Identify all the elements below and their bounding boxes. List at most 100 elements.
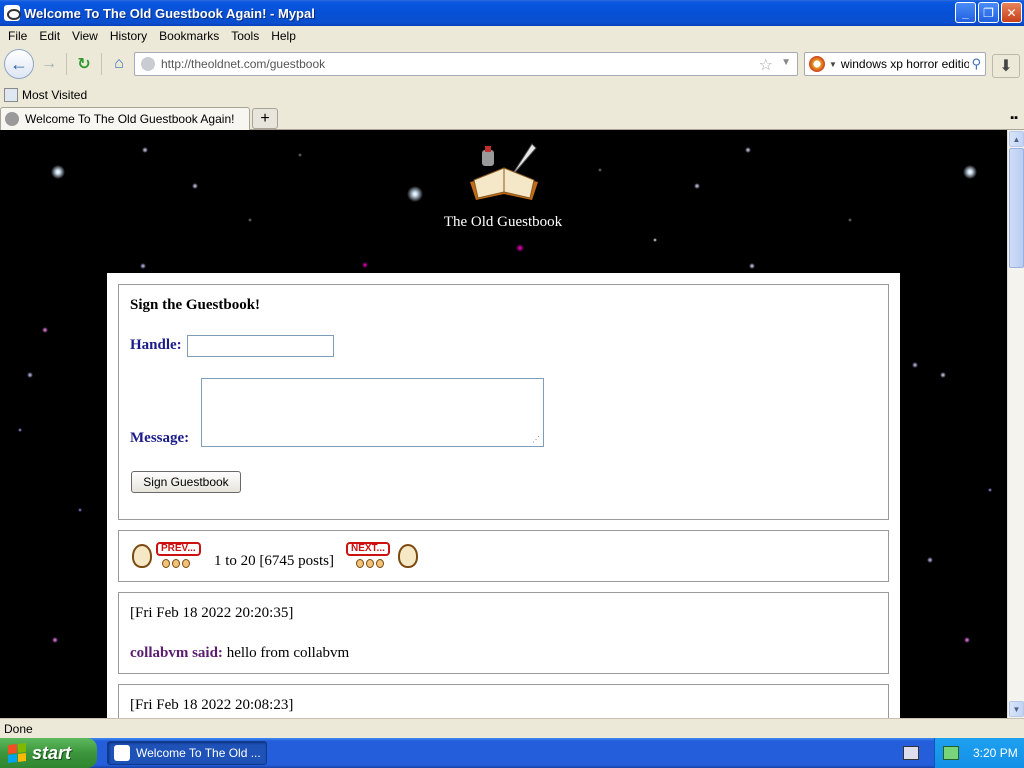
clock[interactable]: 3:20 PM [973, 746, 1018, 760]
egg-dot-icon [366, 559, 374, 568]
url-host: http://theoldnet.com [161, 57, 267, 71]
close-button[interactable]: ✕ [1001, 2, 1022, 23]
home-button[interactable]: ⌂ [106, 51, 132, 77]
handle-label: Handle: [130, 337, 182, 353]
system-tray: 3:20 PM [934, 738, 1024, 768]
title-bar: Welcome To The Old Guestbook Again! - My… [0, 0, 1024, 26]
scroll-thumb[interactable] [1009, 148, 1024, 268]
ink-bottle-shape [482, 150, 494, 166]
search-bar[interactable]: ▼ windows xp horror edition ⚲ [804, 52, 986, 76]
egg-mascot-icon [398, 544, 418, 568]
egg-dot-icon [376, 559, 384, 568]
post-author: collabvm said: [130, 645, 223, 661]
toolbar-separator [101, 53, 102, 75]
reload-icon: ↻ [77, 56, 91, 73]
reload-button[interactable]: ↻ [71, 51, 97, 77]
most-visited-icon [4, 88, 18, 102]
back-arrow-icon: ← [10, 53, 28, 74]
post-date: [Fri Feb 18 2022 20:08:23] [130, 697, 294, 713]
post-date: [Fri Feb 18 2022 20:20:35] [130, 605, 294, 621]
egg-dot-icon [172, 559, 180, 568]
url-bar[interactable]: http://theoldnet.com /guestbook ☆ ▼ [134, 52, 798, 76]
handle-input[interactable] [187, 335, 334, 357]
downloads-button[interactable]: ⬇ [992, 54, 1020, 78]
book-left-page [473, 167, 505, 199]
forward-button[interactable]: → [36, 51, 62, 77]
tab-guestbook[interactable]: Welcome To The Old Guestbook Again! [0, 107, 250, 130]
menu-help[interactable]: Help [265, 29, 302, 43]
search-engine-icon[interactable] [809, 56, 825, 72]
pager: PREV... 1 to 20 [6745 posts] NEXT... [118, 530, 889, 582]
start-button[interactable]: start [0, 738, 97, 768]
menu-view[interactable]: View [66, 29, 104, 43]
windows-logo-icon [8, 743, 26, 763]
site-identity-icon[interactable] [141, 57, 155, 71]
taskbar-window-button[interactable]: Welcome To The Old ... [107, 741, 267, 765]
form-title: Sign the Guestbook! [130, 297, 261, 313]
home-icon: ⌂ [114, 55, 124, 72]
list-all-tabs-icon[interactable]: ▪▪ [1010, 112, 1018, 124]
resize-grip-icon[interactable]: ⋰ [532, 436, 540, 444]
logo-caption: The Old Guestbook [443, 214, 563, 230]
page-scrollbar[interactable]: ▲ ▼ [1007, 130, 1024, 718]
message-textarea[interactable]: ⋰ [201, 378, 544, 447]
message-label: Message: [130, 430, 190, 446]
menu-file[interactable]: File [2, 29, 33, 43]
egg-dot-icon [162, 559, 170, 568]
status-bar: Done [0, 718, 1024, 738]
next-label: NEXT... [346, 542, 390, 556]
network-icon[interactable] [943, 746, 959, 760]
sign-guestbook-button[interactable]: Sign Guestbook [131, 471, 241, 493]
egg-mascot-icon [132, 544, 152, 568]
toolbar-separator [66, 53, 67, 75]
start-label: start [32, 742, 72, 763]
menu-history[interactable]: History [104, 29, 153, 43]
new-tab-button[interactable]: + [252, 108, 278, 129]
post-body: collabvm said: hello from collabvm [130, 645, 349, 662]
scroll-up-arrow-icon[interactable]: ▲ [1009, 131, 1024, 147]
navigation-toolbar: ← → ↻ ⌂ http://theoldnet.com /guestbook … [0, 46, 1024, 82]
page-content: The Old Guestbook Sign the Guestbook! Ha… [0, 130, 1007, 718]
url-dropdown-icon[interactable]: ▼ [781, 57, 791, 68]
taskbar-window-label: Welcome To The Old ... [136, 746, 261, 760]
bookmarks-toolbar: Most Visited [0, 84, 1024, 106]
egg-dot-icon [356, 559, 364, 568]
post-range: 1 to 20 [6745 posts] [214, 553, 334, 569]
tab-favicon-icon [5, 112, 19, 126]
menu-bookmarks[interactable]: Bookmarks [153, 29, 225, 43]
bookmark-star-icon[interactable]: ☆ [759, 55, 773, 75]
tab-strip: Welcome To The Old Guestbook Again! + ▪▪ [0, 106, 1024, 130]
mypal-taskbar-icon [114, 745, 130, 761]
forward-arrow-icon: → [41, 55, 57, 72]
maximize-button[interactable]: ❐ [978, 2, 999, 23]
next-page-button[interactable]: NEXT... [346, 540, 422, 570]
search-engine-dropdown-icon[interactable]: ▼ [829, 60, 837, 69]
menu-edit[interactable]: Edit [33, 29, 66, 43]
search-icon[interactable]: ⚲ [969, 56, 981, 72]
tab-label: Welcome To The Old Guestbook Again! [25, 112, 235, 126]
guestbook-post: [Fri Feb 18 2022 20:08:23] [118, 684, 889, 718]
minimize-button[interactable]: _ [955, 2, 976, 23]
guestbook-panel: Sign the Guestbook! Handle: Message: ⋰ S… [107, 273, 900, 718]
post-message: hello from collabvm [226, 645, 350, 661]
window-title: Welcome To The Old Guestbook Again! - My… [24, 5, 315, 21]
most-visited-bookmark[interactable]: Most Visited [22, 88, 87, 102]
scroll-down-arrow-icon[interactable]: ▼ [1009, 701, 1024, 717]
url-path: /guestbook [266, 57, 326, 71]
prev-page-button[interactable]: PREV... [130, 540, 208, 570]
guestbook-post: [Fri Feb 18 2022 20:20:35] collabvm said… [118, 592, 889, 674]
back-button[interactable]: ← [4, 49, 34, 79]
guestbook-logo [470, 143, 538, 200]
status-text: Done [4, 721, 33, 736]
download-arrow-icon: ⬇ [999, 58, 1013, 75]
prev-label: PREV... [156, 542, 201, 556]
windows-taskbar: start Welcome To The Old ... 3:20 PM [0, 738, 1024, 768]
egg-dot-icon [182, 559, 190, 568]
menu-bar: File Edit View History Bookmarks Tools H… [0, 26, 1024, 46]
search-input[interactable]: windows xp horror edition [841, 57, 977, 71]
keyboard-layout-icon[interactable] [903, 746, 919, 760]
bottle-cap-shape [485, 146, 491, 152]
menu-tools[interactable]: Tools [225, 29, 265, 43]
book-right-page [503, 167, 535, 199]
mypal-app-icon[interactable] [4, 5, 21, 21]
